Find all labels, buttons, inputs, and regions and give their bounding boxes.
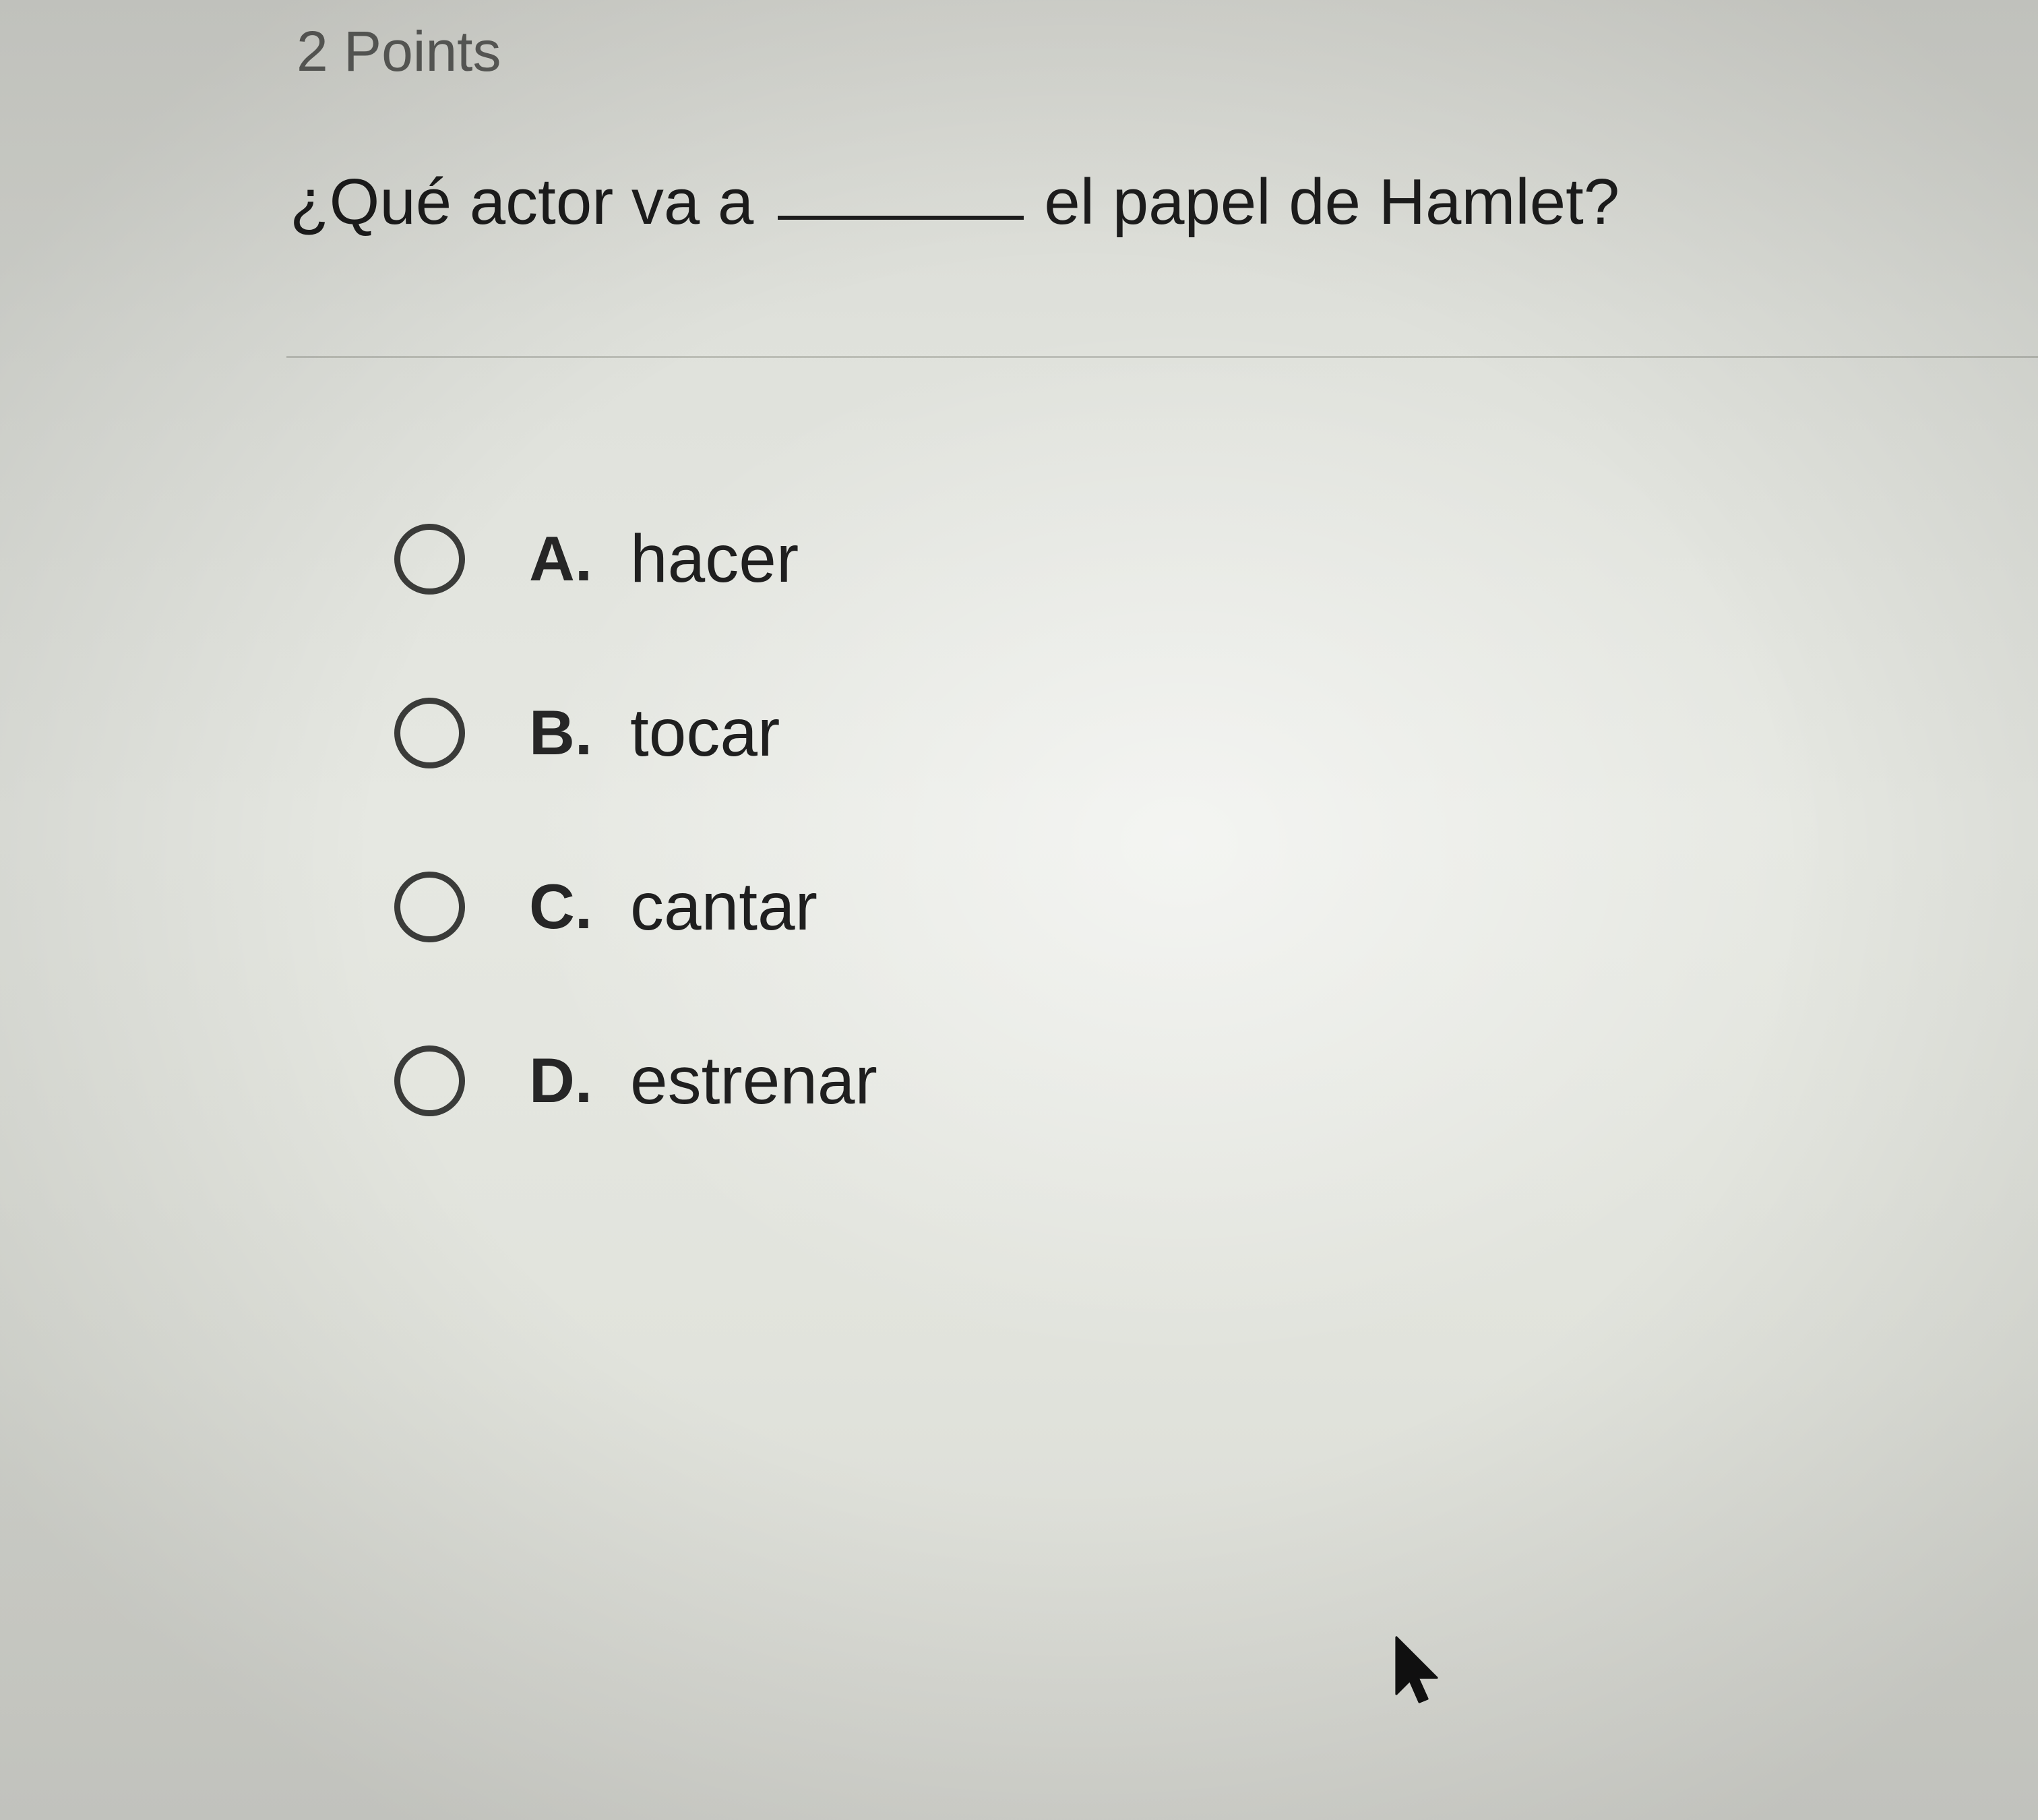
option-letter: A. (529, 523, 592, 594)
question-text-after-blank: el papel de Hamlet? (1044, 166, 1620, 238)
option-letter: C. (529, 871, 592, 942)
option-c[interactable]: C. cantar (394, 820, 877, 994)
answer-options: A. hacer B. tocar C. cantar D. estrenar (394, 472, 877, 1167)
option-text: cantar (630, 868, 817, 944)
option-letter: B. (529, 697, 592, 768)
divider (286, 356, 2038, 358)
radio-unselected-icon[interactable] (394, 697, 465, 768)
screen-vignette (0, 0, 2038, 1820)
option-a[interactable]: A. hacer (394, 472, 877, 646)
points-label: 2 Points (297, 20, 501, 83)
option-text: estrenar (630, 1042, 877, 1118)
radio-unselected-icon[interactable] (394, 523, 465, 595)
option-letter: D. (529, 1045, 592, 1116)
radio-unselected-icon[interactable] (394, 1045, 465, 1116)
radio-unselected-icon[interactable] (394, 871, 465, 942)
option-text: tocar (630, 694, 780, 770)
option-text: hacer (630, 520, 799, 597)
question-text: ¿Qué actor va a el papel de Hamlet? (290, 165, 1619, 239)
question-text-before-blank: ¿Qué actor va a (290, 166, 754, 238)
fill-in-blank (778, 216, 1024, 220)
option-d[interactable]: D. estrenar (394, 994, 877, 1167)
mouse-pointer-icon (1395, 1636, 1438, 1703)
option-b[interactable]: B. tocar (394, 646, 877, 820)
